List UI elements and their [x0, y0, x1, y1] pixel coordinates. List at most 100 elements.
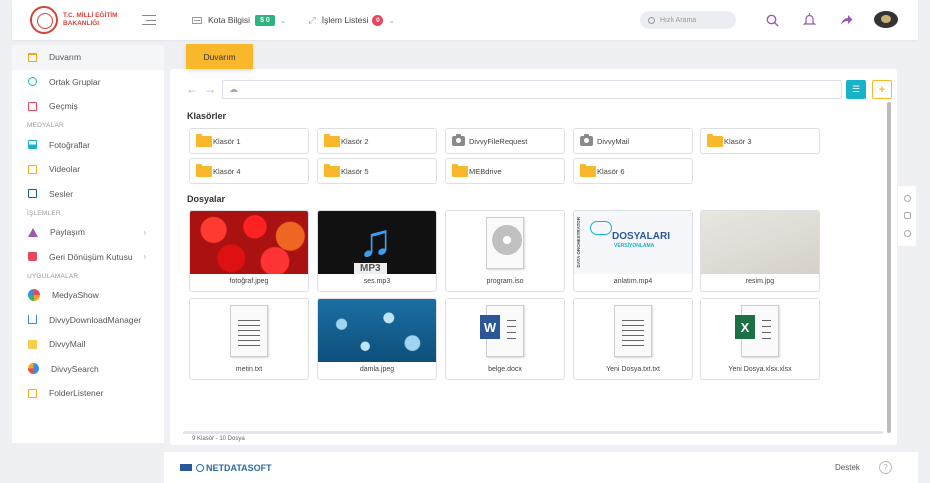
bell-icon[interactable] [801, 12, 817, 28]
folder-name: Klasör 6 [597, 166, 625, 176]
file-name: metin.txt [235, 366, 263, 373]
folder-name: Klasör 5 [341, 166, 369, 176]
user-icon[interactable] [903, 195, 911, 203]
sidebar-item-videos[interactable]: Videolar [12, 157, 164, 182]
quota-badge: $ 0 [255, 14, 275, 26]
tab-wall[interactable]: Duvarım [186, 44, 253, 69]
folder-card[interactable]: Klasör 2 [317, 128, 437, 154]
video-title-text: DOSYALARI [612, 231, 670, 242]
support-link[interactable]: Destek [835, 463, 860, 472]
folder-card[interactable]: Klasör 5 [317, 158, 437, 184]
folder-icon [580, 163, 596, 177]
cloud-icon: ☁ [229, 84, 238, 94]
sidebar-item-label: Duvarım [49, 52, 82, 63]
sidebar-item-divvysearch[interactable]: DivvySearch [12, 357, 164, 382]
folder-card[interactable]: Klasör 4 [189, 158, 309, 184]
path-input[interactable]: ☁ [222, 80, 842, 99]
list-view-button[interactable]: ☰ [846, 80, 866, 99]
sidebar-item-photos[interactable]: Fotoğraflar [12, 133, 164, 158]
sidebar-item-folderlistener[interactable]: FolderListener [12, 381, 164, 406]
folder-icon [196, 133, 212, 147]
file-name: anlatım.mp4 [613, 278, 653, 285]
sidebar-item-download-manager[interactable]: DivvyDownloadManager [12, 308, 164, 333]
calendar-icon[interactable] [903, 212, 911, 220]
sidebar-item-recycle-bin[interactable]: Geri Dönüşüm Kutusu › [12, 245, 164, 270]
vertical-scrollbar[interactable] [887, 102, 891, 433]
netdatasoft-circle-icon [196, 463, 204, 472]
folder-card[interactable]: MEBdrive [445, 158, 565, 184]
file-card[interactable]: ♫ MP3 ses.mp3 [317, 210, 437, 292]
file-card[interactable]: damla.jpeg [317, 298, 437, 380]
logo-text: T.C. MİLLİ EĞİTİM BAKANLIĞI [63, 12, 118, 28]
file-name: Yeni Dosya.txt.txt [606, 366, 660, 373]
partner-logo-icon [180, 464, 192, 471]
sidebar-item-shared-groups[interactable]: Ortak Gruplar [12, 70, 164, 95]
video-subtitle-text: VERSİYONLAMA [614, 243, 655, 249]
share-icon [28, 227, 38, 237]
file-card[interactable]: X Yeni Dosya.xlsx.xlsx [700, 298, 820, 380]
mail-icon [28, 339, 37, 349]
file-name: ses.mp3 [363, 278, 391, 285]
files-heading: Dosyalar [187, 194, 226, 204]
file-card[interactable]: program.iso [445, 210, 565, 292]
file-name: belge.docx [488, 366, 522, 373]
logo-line-2: BAKANLIĞI [63, 20, 100, 27]
text-file-thumbnail [574, 299, 692, 362]
search-icon[interactable] [764, 12, 780, 28]
folder-name: Klasör 3 [724, 136, 752, 146]
file-card[interactable]: metin.txt [189, 298, 309, 380]
file-card[interactable]: resim.jpg [700, 210, 820, 292]
sidebar-item-sounds[interactable]: Sesler [12, 182, 164, 207]
help-icon[interactable]: ? [879, 461, 892, 474]
back-arrow-icon[interactable]: ← [186, 82, 204, 96]
folder-card[interactable]: DivvyMail [573, 128, 693, 154]
folder-icon [324, 133, 340, 147]
menu-toggle-icon[interactable] [142, 15, 156, 25]
sidebar-item-sharing[interactable]: Paylaşım › [12, 220, 164, 245]
file-card[interactable]: fotoğraf.jpeg [189, 210, 309, 292]
folder-card[interactable]: Klasör 3 [700, 128, 820, 154]
folder-name: Klasör 4 [213, 166, 241, 176]
sidebar-item-divvymail[interactable]: DivvyMail [12, 332, 164, 357]
sidebar: Duvarım Ortak Gruplar Geçmiş MEDYALAR Fo… [12, 45, 164, 443]
avatar[interactable] [874, 11, 898, 28]
folders-heading: Klasörler [187, 111, 227, 121]
file-card[interactable]: W belge.docx [445, 298, 565, 380]
history-icon [28, 101, 37, 111]
folder-icon [28, 52, 37, 62]
forward-arrow-icon[interactable]: → [204, 82, 222, 96]
word-icon: W [480, 315, 500, 339]
operations-label: İşlem Listesi [321, 15, 369, 25]
share-arrow-icon[interactable] [838, 12, 854, 28]
file-card[interactable]: Yeni Dosya.txt.txt [573, 298, 693, 380]
horizontal-scrollbar[interactable] [183, 431, 883, 434]
meb-logo[interactable]: T.C. MİLLİ EĞİTİM BAKANLIĞI [30, 6, 138, 34]
divvysearch-icon [28, 363, 39, 375]
section-media: MEDYALAR [27, 122, 64, 129]
chevron-down-icon: ⌄ [279, 15, 287, 25]
back-forward-arrows[interactable]: ←→ [186, 82, 222, 96]
file-card[interactable]: DATA ORCHESTRATOR DOSYALARI VERSİYONLAMA… [573, 210, 693, 292]
sidebar-item-label: Paylaşım [50, 227, 85, 238]
file-name: fotoğraf.jpeg [229, 278, 269, 285]
video-thumbnail: DATA ORCHESTRATOR DOSYALARI VERSİYONLAMA [574, 211, 692, 274]
sidebar-item-label: Geçmiş [49, 101, 78, 112]
file-name: damla.jpeg [359, 366, 395, 373]
settings-icon[interactable] [903, 229, 911, 237]
logo-line-1: T.C. MİLLİ EĞİTİM [63, 12, 118, 19]
sidebar-item-history[interactable]: Geçmiş [12, 94, 164, 119]
quota-info-button[interactable]: Kota Bilgisi $ 0 ⌄ [192, 14, 287, 26]
folder-card[interactable]: DivvyFileRequest [445, 128, 565, 154]
sidebar-item-label: Videolar [49, 164, 81, 175]
folder-card[interactable]: Klasör 1 [189, 128, 309, 154]
add-button[interactable]: + [872, 80, 892, 99]
folder-card[interactable]: Klasör 6 [573, 158, 693, 184]
search-placeholder: Hızlı Arama [660, 16, 697, 24]
excel-icon: X [735, 315, 755, 339]
sidebar-item-wall[interactable]: Duvarım [12, 45, 164, 70]
operations-list-button[interactable]: ⤢ İşlem Listesi 0 ⌄ [309, 14, 395, 26]
sidebar-item-medyashow[interactable]: MedyaShow [12, 283, 164, 308]
quick-search-input[interactable]: Hızlı Arama [640, 11, 736, 29]
sidebar-item-label: DivvySearch [51, 363, 99, 374]
folder-icon [452, 163, 468, 177]
